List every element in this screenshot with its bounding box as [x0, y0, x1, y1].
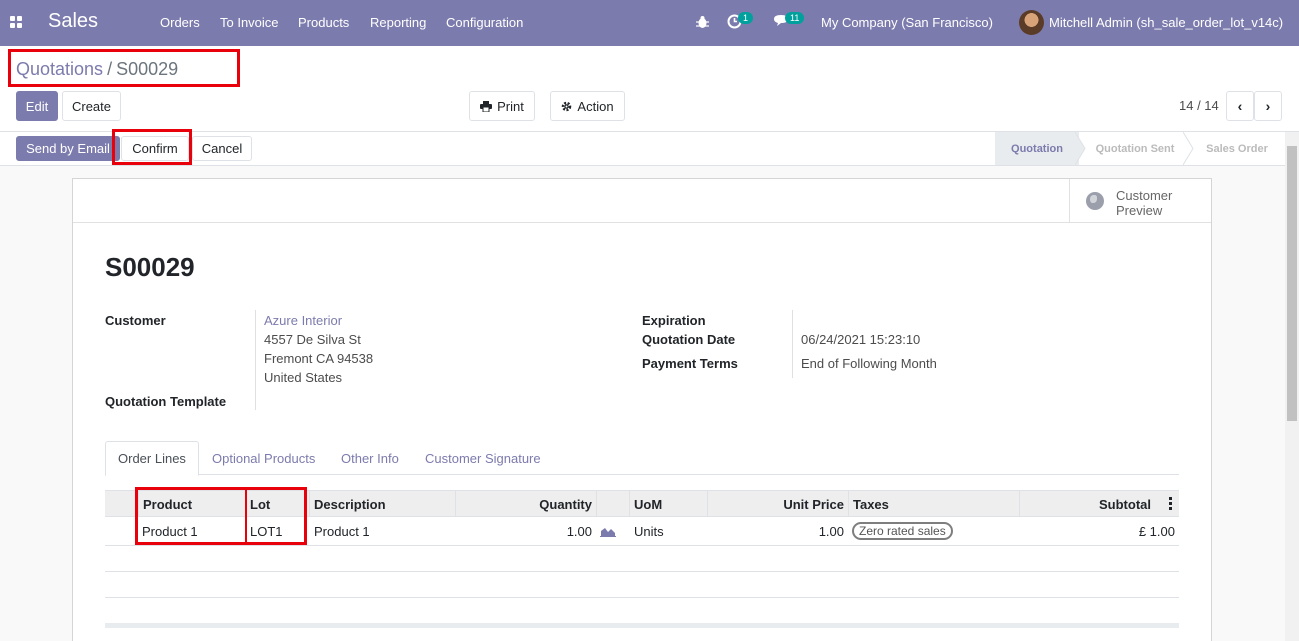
payment-terms-label: Payment Terms: [642, 356, 738, 371]
cell-subtotal: £ 1.00: [1138, 523, 1175, 539]
menu-to-invoice[interactable]: To Invoice: [220, 15, 279, 30]
stage-quotation[interactable]: Quotation: [995, 132, 1079, 165]
menu-products[interactable]: Products: [298, 15, 349, 30]
app-name[interactable]: Sales: [48, 10, 98, 33]
cell-product[interactable]: Product 1: [138, 517, 245, 545]
area-chart-icon[interactable]: [600, 525, 616, 537]
column-description[interactable]: Description: [309, 491, 455, 517]
quotation-date-value[interactable]: 06/24/2021 15:23:10: [801, 332, 920, 347]
globe-icon: [1086, 192, 1104, 210]
customer-preview-label: Customer Preview: [1116, 188, 1173, 218]
row-divider: [105, 545, 1179, 546]
tab-optional-products[interactable]: Optional Products: [200, 441, 327, 475]
table-header: Product Lot Description Quantity UoM Uni…: [105, 490, 1179, 517]
action-label: Action: [577, 98, 614, 114]
print-label: Print: [497, 98, 524, 114]
column-quantity[interactable]: Quantity: [455, 491, 596, 517]
pager-value[interactable]: 14 / 14: [1179, 98, 1219, 113]
tab-other-info[interactable]: Other Info: [329, 441, 411, 475]
form-sheet: Customer Preview S00029 Customer Azure I…: [72, 178, 1212, 641]
send-by-email-button[interactable]: Send by Email: [16, 136, 120, 161]
tab-order-lines[interactable]: Order Lines: [105, 441, 199, 476]
customer-preview-button[interactable]: Customer Preview: [1069, 179, 1211, 223]
scrollbar[interactable]: [1285, 132, 1299, 641]
column-unit-price[interactable]: Unit Price: [707, 491, 848, 517]
cell-taxes[interactable]: Zero rated sales: [848, 517, 1019, 545]
breadcrumb-separator: /: [107, 59, 113, 79]
customer-link[interactable]: Azure Interior: [264, 313, 342, 328]
payment-terms-value[interactable]: End of Following Month: [801, 356, 937, 371]
pager-previous-button[interactable]: ‹: [1226, 91, 1254, 121]
field-divider: [255, 310, 256, 410]
row-divider: [105, 571, 1179, 572]
menu-reporting[interactable]: Reporting: [370, 15, 426, 30]
breadcrumb-current: S00029: [116, 59, 179, 79]
column-taxes[interactable]: Taxes: [848, 491, 1019, 517]
quotation-date-label: Quotation Date: [642, 332, 736, 347]
column-subtotal[interactable]: Subtotal: [1019, 491, 1155, 517]
customer-address-line: Fremont CA 94538: [264, 351, 374, 366]
cell-uom[interactable]: Units: [630, 517, 708, 545]
print-button[interactable]: Print: [469, 91, 535, 121]
avatar[interactable]: [1019, 10, 1044, 35]
cell-description[interactable]: Product 1: [310, 517, 456, 545]
table-footer: [105, 623, 1179, 628]
cancel-button[interactable]: Cancel: [192, 136, 252, 161]
customer-address-line: 4557 De Silva St: [264, 332, 361, 347]
breadcrumb-quotations[interactable]: Quotations: [16, 59, 103, 79]
messages-count-badge: 11: [785, 12, 805, 24]
stage-sales-order[interactable]: Sales Order: [1195, 132, 1279, 165]
cell-quantity[interactable]: 1.00: [455, 517, 596, 545]
customer-address-line: United States: [264, 370, 343, 385]
notebook-tabs: Order Lines Optional Products Other Info…: [105, 441, 1179, 476]
confirm-button[interactable]: Confirm: [121, 136, 189, 161]
menu-configuration[interactable]: Configuration: [446, 15, 523, 30]
edit-button[interactable]: Edit: [16, 91, 58, 121]
highlight-divider: [245, 490, 247, 542]
expiration-label: Expiration: [642, 313, 706, 328]
company-switcher[interactable]: My Company (San Francisco): [821, 15, 993, 30]
control-panel: Quotations / S00029 Edit Create Print Acti…: [0, 46, 1299, 132]
stage-arrow-divider: [1183, 132, 1194, 165]
chevron-right-icon: ›: [1265, 98, 1271, 114]
activity-count-badge: 1: [738, 12, 754, 24]
user-menu[interactable]: Mitchell Admin (sh_sale_order_lot_v14c): [1049, 15, 1283, 30]
stage-arrow-divider: [1075, 132, 1086, 165]
column-forecast: [596, 491, 629, 517]
stage-quotation-sent[interactable]: Quotation Sent: [1087, 132, 1183, 165]
action-button[interactable]: Action: [550, 91, 625, 121]
create-button[interactable]: Create: [62, 91, 121, 121]
quotation-template-label: Quotation Template: [105, 394, 227, 409]
scrollbar-thumb[interactable]: [1287, 146, 1297, 421]
pager-next-button[interactable]: ›: [1254, 91, 1282, 121]
smart-button-box: Customer Preview: [73, 179, 1211, 223]
row-divider: [105, 597, 1179, 598]
column-product[interactable]: Product: [138, 491, 245, 517]
tab-customer-signature[interactable]: Customer Signature: [413, 441, 553, 475]
apps-menu-icon[interactable]: [10, 16, 23, 29]
debug-bug-icon[interactable]: [696, 15, 709, 29]
column-lot[interactable]: Lot: [245, 491, 309, 517]
print-icon: [480, 100, 493, 112]
gear-icon: [562, 101, 572, 111]
top-navbar: Sales Orders To Invoice Products Reporti…: [0, 0, 1299, 46]
column-uom[interactable]: UoM: [629, 491, 707, 517]
menu-orders[interactable]: Orders: [160, 15, 200, 30]
cell-lot[interactable]: LOT1: [246, 517, 310, 545]
cell-forecast[interactable]: [596, 517, 629, 545]
breadcrumb: Quotations / S00029: [16, 59, 178, 80]
customer-label: Customer: [105, 313, 166, 328]
cell-unit-price[interactable]: 1.00: [707, 517, 848, 545]
tax-tag: Zero rated sales: [852, 522, 953, 540]
form-statusbar: Send by Email Confirm Cancel Quotation Q…: [0, 132, 1299, 166]
chevron-left-icon: ‹: [1237, 98, 1243, 114]
optional-columns-icon[interactable]: [1169, 497, 1172, 510]
field-divider: [792, 310, 793, 378]
record-title: S00029: [105, 252, 195, 282]
